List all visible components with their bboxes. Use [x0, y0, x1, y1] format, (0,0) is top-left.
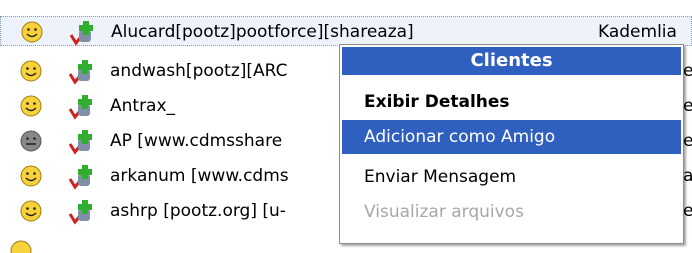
truncated-column-text: e: [683, 61, 692, 81]
user-name: Alucard[pootz]pootforce][shareaza]: [111, 22, 414, 42]
add-user-icon[interactable]: [66, 128, 96, 156]
network-label: Kademlia: [598, 22, 677, 42]
user-name: arkanum [www.cdms: [110, 166, 289, 186]
away-face-icon: [20, 130, 42, 152]
truncated-column-text: a: [683, 166, 692, 186]
add-user-icon[interactable]: [66, 163, 96, 191]
user-name: ashrp [pootz.org] [u-: [110, 201, 286, 221]
add-user-icon[interactable]: [66, 93, 96, 121]
add-user-icon[interactable]: [66, 198, 96, 226]
truncated-column-text: e: [683, 131, 692, 151]
smiley-face-icon: [21, 21, 43, 43]
menu-item-adicionar-como-amigo[interactable]: Adicionar como Amigo: [342, 120, 681, 154]
smiley-face-icon: [20, 60, 42, 82]
smiley-face-icon: [20, 200, 42, 222]
add-user-icon[interactable]: [67, 19, 97, 47]
add-user-icon[interactable]: [66, 58, 96, 86]
menu-item-exibir-detalhes[interactable]: Exibir Detalhes: [342, 85, 681, 119]
truncated-column-text: e: [683, 96, 692, 116]
smiley-face-icon: [20, 165, 42, 187]
menu-header: Clientes: [342, 47, 681, 75]
user-name: Antrax_: [110, 96, 176, 116]
smiley-face-icon: [10, 240, 32, 253]
truncated-column-text: e: [683, 201, 692, 221]
user-row[interactable]: Alucard[pootz]pootforce][shareaza] Kadem…: [0, 16, 692, 46]
smiley-face-icon: [20, 95, 42, 117]
user-name: andwash[pootz][ARC: [110, 61, 288, 81]
menu-item-enviar-mensagem[interactable]: Enviar Mensagem: [342, 160, 681, 194]
menu-item-visualizar-arquivos: Visualizar arquivos: [364, 202, 524, 222]
context-menu: Clientes Exibir Detalhes Adicionar como …: [339, 44, 684, 244]
user-name: AP [www.cdmsshare: [110, 131, 283, 151]
